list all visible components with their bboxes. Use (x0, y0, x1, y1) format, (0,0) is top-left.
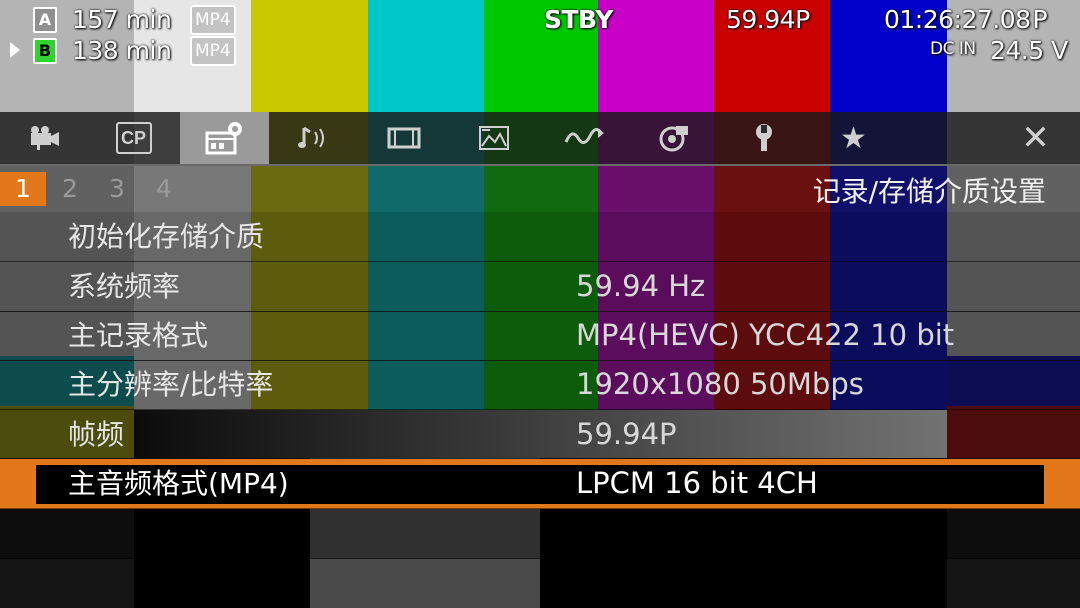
slot-b-format-badge: MP4 (190, 36, 236, 66)
page-4-button[interactable]: 4 (141, 172, 187, 206)
menu-title: 记录/存储介质设置 (812, 175, 1046, 208)
row-label: 主记录格式 (68, 319, 209, 352)
row-value: MP4(HEVC) YCC422 10 bit (576, 318, 955, 352)
page-selector-bar: 1 2 3 4 记录/存储介质设置 (0, 166, 1080, 212)
menu-row-main-recording-format[interactable]: 主记录格式 MP4(HEVC) YCC422 10 bit (0, 311, 1080, 361)
recording-media-settings-icon (205, 122, 242, 155)
page-2-button[interactable]: 2 (47, 172, 93, 206)
row-label: 初始化存储介质 (68, 220, 265, 253)
menu-row-resolution-bitrate[interactable]: 主分辨率/比特率 1920x1080 50Mbps (0, 360, 1080, 410)
star-icon: ★ (840, 120, 867, 156)
row-value: 1920x1080 50Mbps (576, 367, 864, 401)
close-menu-button[interactable]: ✕ (991, 112, 1080, 164)
image-icon (478, 126, 509, 150)
cp-icon: CP (115, 122, 152, 154)
menu-row-audio-format[interactable]: 主音频格式(MP4) LPCM 16 bit 4CH (0, 459, 1080, 509)
tab-audio[interactable] (269, 112, 358, 164)
frame-rate-readout: 59.94P (726, 5, 810, 34)
menu-tab-bar: CP ★ ✕ (0, 112, 1080, 166)
tab-maintenance[interactable] (719, 112, 808, 164)
page-3-button[interactable]: 3 (94, 172, 140, 206)
audio-icon (297, 126, 324, 148)
row-value: 59.94P (576, 417, 677, 451)
display-icon (387, 127, 420, 149)
close-icon: ✕ (1021, 118, 1050, 158)
menu-row-system-frequency[interactable]: 系统频率 59.94 Hz (0, 262, 1080, 312)
row-label: 主音频格式(MP4) (68, 467, 289, 500)
row-label: 系统频率 (68, 270, 181, 303)
tab-image[interactable] (449, 112, 538, 164)
tab-waveform[interactable] (539, 112, 628, 164)
timecode-suffix: P (1032, 5, 1048, 34)
active-slot-arrow-icon (10, 42, 20, 58)
slot-a-badge: A (33, 7, 57, 33)
row-label: 帧频 (68, 418, 125, 451)
menu-row-initialize-media[interactable]: 初始化存储介质 (0, 212, 1080, 262)
voltage-readout: 24.5 V (990, 36, 1068, 65)
tab-system[interactable] (629, 112, 718, 164)
system-icon (659, 126, 688, 152)
tab-my-menu[interactable]: ★ (809, 112, 898, 164)
tab-recording-media-settings[interactable] (180, 112, 269, 164)
slot-b-remaining-time: 138 min (72, 36, 172, 65)
page-1-button[interactable]: 1 (0, 172, 46, 206)
tab-display[interactable] (359, 112, 448, 164)
status-hud: A 157 min MP4 B 138 min MP4 STBY 59.94P … (0, 0, 1080, 112)
menu-row-frame-rate[interactable]: 帧频 59.94P (0, 410, 1080, 460)
slot-a-format-badge: MP4 (190, 5, 236, 35)
slot-b-badge: B (33, 38, 57, 64)
timecode-value: 01:26:27.08 (884, 5, 1031, 34)
record-status: STBY (544, 5, 613, 34)
camera-icon (30, 126, 59, 150)
row-value: 59.94 Hz (576, 269, 706, 303)
wrench-icon (755, 124, 772, 151)
menu-row-empty (0, 509, 1080, 559)
waveform-icon (564, 128, 604, 144)
row-label: 主分辨率/比特率 (68, 368, 274, 401)
tab-camera[interactable] (0, 112, 89, 164)
tab-custom-picture[interactable]: CP (89, 112, 178, 164)
timecode: 01:26:27.08P (884, 5, 1048, 34)
row-value: LPCM 16 bit 4CH (576, 466, 818, 500)
power-source: DC IN (930, 39, 976, 59)
slot-a-remaining-time: 157 min (72, 5, 172, 34)
